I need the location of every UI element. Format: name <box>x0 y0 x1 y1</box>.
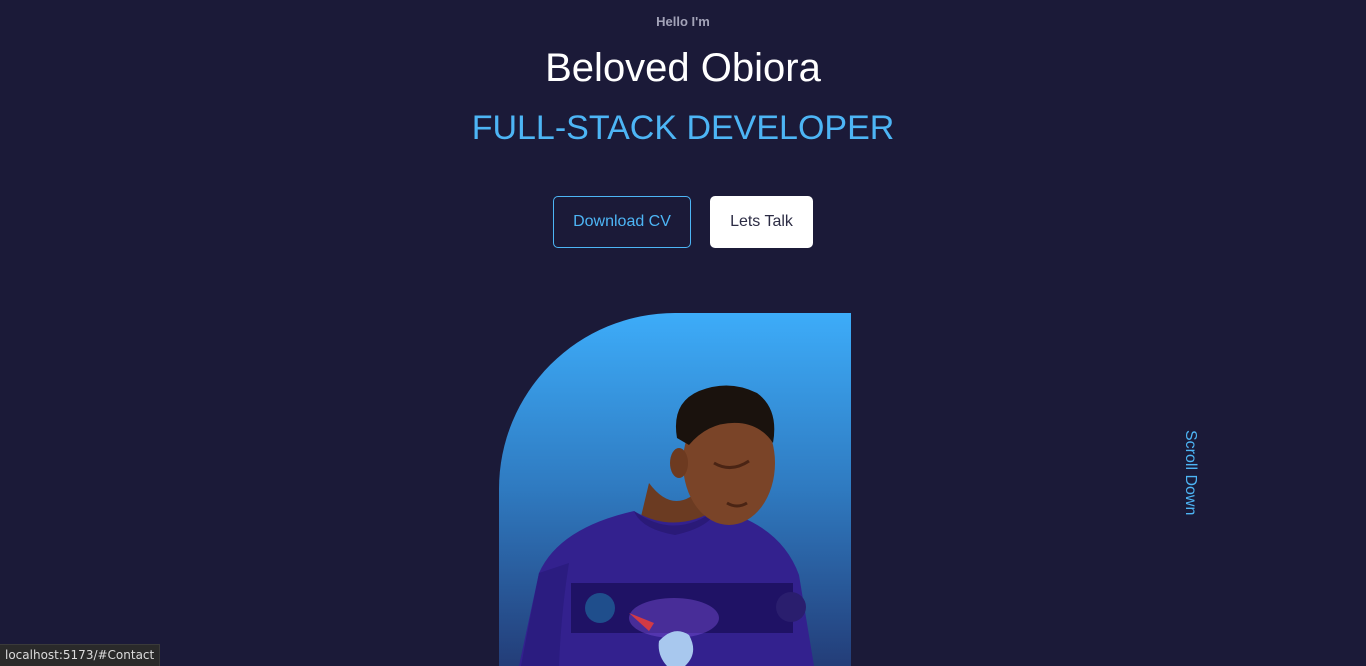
developer-role: FULL-STACK DEVELOPER <box>471 109 895 147</box>
profile-photo <box>499 313 851 666</box>
hero-section: Hello I'm Beloved Obiora FULL-STACK DEVE… <box>0 0 1366 666</box>
cta-buttons: Download CV Lets Talk <box>0 196 1366 248</box>
profile-photo-illustration <box>519 385 814 666</box>
developer-name: Beloved Obiora <box>545 46 821 90</box>
download-cv-button[interactable]: Download CV <box>553 196 691 248</box>
lets-talk-button[interactable]: Lets Talk <box>710 196 813 248</box>
scroll-down-link[interactable]: Scroll Down <box>1181 430 1199 515</box>
browser-status-url: localhost:5173/#Contact <box>0 644 161 666</box>
greeting-text: Hello I'm <box>656 14 710 29</box>
